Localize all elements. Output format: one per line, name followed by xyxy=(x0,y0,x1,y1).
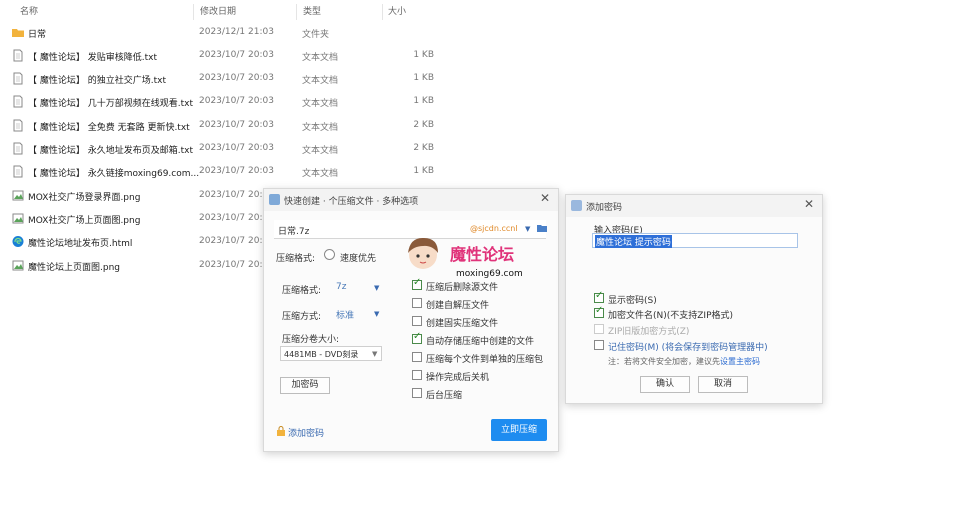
chevron-down-icon: ▼ xyxy=(374,284,380,292)
lock-icon xyxy=(277,426,285,436)
archive-path-hint: @sjcdn.ccnl xyxy=(470,224,518,233)
file-row[interactable]: 【 魔性论坛】 的独立社交广场.txt 2023/10/7 20:03 文本文档… xyxy=(0,69,440,89)
option-label: 创建自解压文件 xyxy=(426,301,490,311)
file-row[interactable]: 【 魔性论坛】 永久链接moxing69.com... 2023/10/7 20… xyxy=(0,162,440,182)
archive-path-value: 日常.7z xyxy=(278,227,310,237)
checkbox-self-extract[interactable] xyxy=(412,298,422,308)
image-file-icon xyxy=(12,213,24,224)
close-icon[interactable]: ✕ xyxy=(540,191,550,205)
method-select-value: 标准 xyxy=(336,311,355,321)
chevron-down-icon: ▼ xyxy=(374,310,380,318)
checkbox-delete-source[interactable] xyxy=(412,277,422,290)
method-select[interactable]: 标准 ▼ xyxy=(334,307,382,321)
checkbox-encrypt-filenames[interactable] xyxy=(594,305,604,318)
format-select[interactable]: 7z ▼ xyxy=(334,281,382,294)
folder-icon xyxy=(12,29,24,37)
password-note: 注：若将文件安全加密，建议先设置主密码 xyxy=(608,356,760,367)
browse-folder-icon[interactable] xyxy=(537,223,547,233)
volume-size-value: 4481MB - DVD刻录 xyxy=(284,350,359,359)
column-divider[interactable] xyxy=(193,4,194,20)
edge-browser-icon xyxy=(12,236,24,247)
method-label: 压缩方式: xyxy=(282,312,322,322)
password-dialog-titlebar[interactable]: 添加密码 ✕ xyxy=(566,195,822,217)
volume-size-select[interactable]: 4481MB - DVD刻录 ▼ xyxy=(280,346,382,361)
option-label: 自动存储压缩中创建的文件 xyxy=(426,337,535,347)
option-label: 压缩每个文件到单独的压缩包 xyxy=(426,355,544,365)
column-header-name[interactable]: 名称 xyxy=(20,4,38,17)
checkbox-show-password[interactable] xyxy=(594,290,604,303)
file-row[interactable]: 【 魔性论坛】 永久地址发布页及邮箱.txt 2023/10/7 20:03 文… xyxy=(0,139,440,159)
image-file-icon xyxy=(12,260,24,271)
option-label: 后台压缩 xyxy=(426,391,463,401)
column-header-size[interactable]: 大小 xyxy=(388,4,406,17)
password-dialog: 添加密码 ✕ 输入密码(E) 魔性论坛 提示密码 显示密码(S) 加密文件名(N… xyxy=(565,194,823,404)
file-row[interactable]: 【 魔性论坛】 全免费 无套路 更新快.txt 2023/10/7 20:03 … xyxy=(0,116,440,136)
start-compress-button[interactable]: 立即压缩 xyxy=(491,419,547,441)
chevron-down-icon[interactable]: ▼ xyxy=(525,225,530,233)
column-divider[interactable] xyxy=(382,4,383,20)
file-row[interactable]: 【 魔性论坛】 发贴审核降低.txt 2023/10/7 20:03 文本文档 … xyxy=(0,46,440,66)
volume-label: 压缩分卷大小: xyxy=(282,335,340,345)
cancel-button[interactable]: 取消 xyxy=(698,376,748,393)
option-label: 显示密码(S) xyxy=(608,296,657,306)
archive-dialog: 快速创建 · 个压缩文件 · 多种选项 ✕ 日常.7z @sjcdn.ccnl … xyxy=(263,188,559,452)
speed-first-label: 速度优先 xyxy=(340,254,377,264)
speed-first-radio[interactable] xyxy=(324,249,335,260)
format-label: 压缩格式: xyxy=(276,254,316,264)
file-row[interactable]: 日常 2023/12/1 21:03 文件夹 xyxy=(0,23,440,43)
format-select-label: 压缩格式: xyxy=(282,286,322,296)
column-header-type[interactable]: 类型 xyxy=(303,4,321,17)
checkbox-shutdown[interactable] xyxy=(412,370,422,380)
password-input-value: 魔性论坛 提示密码 xyxy=(595,235,672,248)
format-select-value: 7z xyxy=(336,282,347,292)
option-label: ZIP旧版加密方式(Z) xyxy=(608,327,690,337)
password-dialog-title: 添加密码 xyxy=(586,203,623,213)
archive-dialog-titlebar[interactable]: 快速创建 · 个压缩文件 · 多种选项 ✕ xyxy=(264,189,558,211)
option-label: 压缩后删除源文件 xyxy=(426,283,499,293)
archive-app-icon xyxy=(269,194,280,205)
password-app-icon xyxy=(571,200,582,211)
file-row[interactable]: 【 魔性论坛】 几十万部视频在线观看.txt 2023/10/7 20:03 文… xyxy=(0,92,440,112)
column-header-date[interactable]: 修改日期 xyxy=(200,4,236,17)
checkbox-solid-archive[interactable] xyxy=(412,316,422,326)
mascot-icon xyxy=(408,237,438,269)
close-icon[interactable]: ✕ xyxy=(804,197,814,211)
text-file-icon xyxy=(13,95,23,108)
file-list-header: 名称 修改日期 类型 大小 xyxy=(0,4,440,20)
text-file-icon xyxy=(13,119,23,132)
set-master-password-link[interactable]: 设置主密码 xyxy=(720,357,760,366)
add-password-link[interactable]: 添加密码 xyxy=(288,426,324,439)
checkbox-auto-store[interactable] xyxy=(412,331,422,344)
column-divider[interactable] xyxy=(296,4,297,20)
checkbox-remember-password[interactable] xyxy=(594,340,604,350)
password-input[interactable]: 魔性论坛 提示密码 xyxy=(592,233,798,248)
password-note-text: 注：若将文件安全加密，建议先 xyxy=(608,357,720,366)
watermark-url: moxing69.com xyxy=(456,269,523,279)
checkbox-separate-archives[interactable] xyxy=(412,352,422,362)
option-label: 记住密码(M) (将会保存到密码管理器中) xyxy=(608,343,768,353)
ok-button[interactable]: 确认 xyxy=(640,376,690,393)
set-password-button[interactable]: 加密码 xyxy=(280,377,330,394)
watermark-title: 魔性论坛 xyxy=(450,245,515,264)
text-file-icon xyxy=(13,142,23,155)
image-file-icon xyxy=(12,190,24,201)
text-file-icon xyxy=(13,165,23,178)
checkbox-zip-legacy[interactable] xyxy=(594,324,604,334)
option-label: 加密文件名(N)(不支持ZIP格式) xyxy=(608,311,734,321)
chevron-down-icon: ▼ xyxy=(372,350,378,358)
checkbox-background[interactable] xyxy=(412,388,422,398)
archive-dialog-title: 快速创建 · 个压缩文件 · 多种选项 xyxy=(284,197,419,207)
option-label: 操作完成后关机 xyxy=(426,373,490,383)
option-label: 创建固实压缩文件 xyxy=(426,319,499,329)
text-file-icon xyxy=(13,72,23,85)
text-file-icon xyxy=(13,49,23,62)
